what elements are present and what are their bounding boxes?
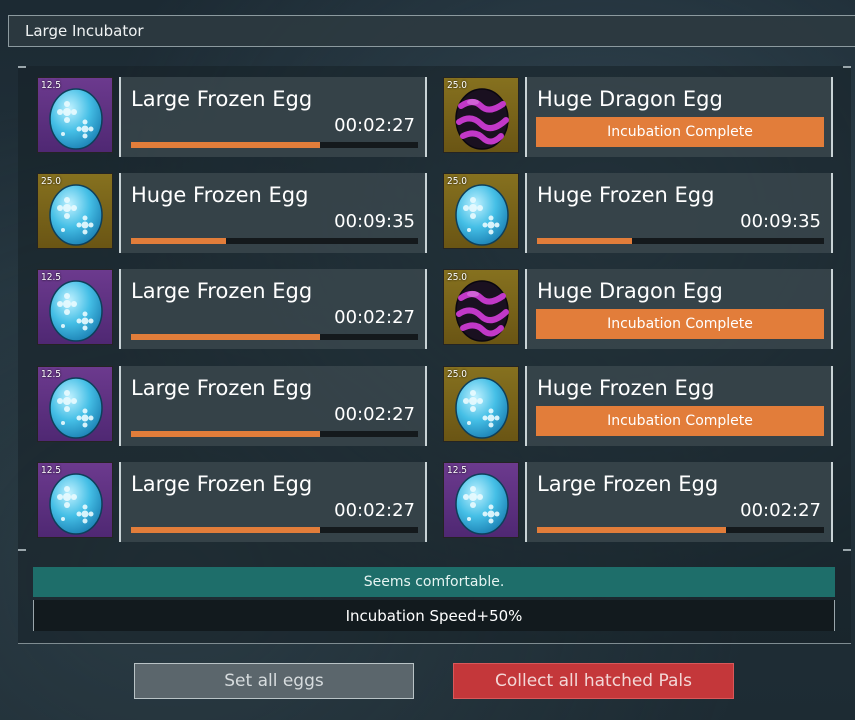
frame-tick bbox=[843, 66, 851, 68]
incubation-complete-badge: Incubation Complete bbox=[536, 309, 824, 339]
incubation-progress-fill bbox=[537, 527, 727, 533]
egg-slot[interactable]: 12.5 Large Frozen Egg 00:02:27 bbox=[443, 462, 833, 542]
incubation-complete-badge: Incubation Complete bbox=[536, 117, 824, 147]
egg-icon-box[interactable]: 12.5 bbox=[37, 366, 113, 442]
incubation-timer: 00:02:27 bbox=[334, 500, 415, 521]
incubation-progress-bar bbox=[131, 142, 418, 148]
frame-tick bbox=[843, 549, 851, 551]
egg-info-panel: Large Frozen Egg 00:02:27 bbox=[119, 366, 427, 446]
incubation-progress-bar bbox=[131, 238, 418, 244]
collect-all-hatched-label: Collect all hatched Pals bbox=[495, 671, 692, 691]
collect-all-hatched-button[interactable]: Collect all hatched Pals bbox=[453, 663, 734, 699]
egg-name: Large Frozen Egg bbox=[131, 376, 313, 400]
egg-slot[interactable]: 25.0 Huge Dragon Egg Incubation Complete bbox=[443, 77, 833, 157]
incubation-progress-bar bbox=[131, 431, 418, 437]
frozen-egg-icon bbox=[45, 469, 107, 535]
egg-info-panel: Large Frozen Egg 00:02:27 bbox=[119, 77, 427, 157]
incubation-progress-bar bbox=[537, 527, 824, 533]
egg-info-panel: Huge Dragon Egg Incubation Complete bbox=[525, 269, 833, 349]
incubation-timer: 00:09:35 bbox=[334, 211, 415, 232]
frame-tick bbox=[18, 66, 26, 68]
incubation-progress-bar bbox=[131, 527, 418, 533]
egg-info-panel: Huge Frozen Egg 00:09:35 bbox=[525, 173, 833, 253]
frozen-egg-icon bbox=[45, 276, 107, 342]
egg-name: Huge Frozen Egg bbox=[537, 183, 715, 207]
frozen-egg-icon bbox=[45, 373, 107, 439]
incubation-timer: 00:02:27 bbox=[334, 404, 415, 425]
incubation-progress-fill bbox=[131, 238, 226, 244]
egg-info-panel: Large Frozen Egg 00:02:27 bbox=[119, 462, 427, 542]
frame-tick bbox=[18, 549, 26, 551]
incubation-progress-fill bbox=[131, 527, 321, 533]
incubation-complete-badge: Incubation Complete bbox=[536, 406, 824, 436]
egg-slot[interactable]: 25.0 Huge Frozen Egg Incubation Complete bbox=[443, 366, 833, 446]
incubation-progress-fill bbox=[131, 431, 321, 437]
frozen-egg-icon bbox=[45, 84, 107, 150]
egg-slot[interactable]: 25.0 Huge Frozen Egg 00:09:35 bbox=[443, 173, 833, 253]
incubation-speed-text: Incubation Speed+50% bbox=[345, 606, 523, 625]
egg-icon-box[interactable]: 12.5 bbox=[37, 269, 113, 345]
frozen-egg-icon bbox=[451, 373, 513, 439]
frozen-egg-icon bbox=[451, 180, 513, 246]
egg-icon-box[interactable]: 25.0 bbox=[443, 173, 519, 249]
egg-info-panel: Huge Dragon Egg Incubation Complete bbox=[525, 77, 833, 157]
egg-name: Huge Frozen Egg bbox=[537, 376, 715, 400]
window-title: Large Incubator bbox=[25, 22, 144, 40]
egg-name: Large Frozen Egg bbox=[537, 472, 719, 496]
egg-info-panel: Huge Frozen Egg 00:09:35 bbox=[119, 173, 427, 253]
incubation-timer: 00:02:27 bbox=[334, 115, 415, 136]
egg-icon-box[interactable]: 12.5 bbox=[37, 462, 113, 538]
comfort-status-bar: Seems comfortable. bbox=[33, 567, 835, 597]
egg-info-panel: Large Frozen Egg 00:02:27 bbox=[525, 462, 833, 542]
egg-slot[interactable]: 12.5 Large Frozen Egg 00:02:27 bbox=[37, 77, 427, 157]
egg-name: Huge Dragon Egg bbox=[537, 279, 723, 303]
egg-slot[interactable]: 12.5 Large Frozen Egg 00:02:27 bbox=[37, 462, 427, 542]
egg-icon-box[interactable]: 12.5 bbox=[443, 462, 519, 538]
incubation-progress-fill bbox=[131, 142, 321, 148]
frozen-egg-icon bbox=[451, 469, 513, 535]
incubation-progress-bar bbox=[537, 238, 824, 244]
dragon-egg-icon bbox=[451, 84, 513, 150]
set-all-eggs-button[interactable]: Set all eggs bbox=[134, 663, 414, 699]
incubation-progress-fill bbox=[131, 334, 321, 340]
incubation-progress-fill bbox=[537, 238, 632, 244]
egg-info-panel: Huge Frozen Egg Incubation Complete bbox=[525, 366, 833, 446]
panel-divider bbox=[18, 643, 851, 644]
frozen-egg-icon bbox=[45, 180, 107, 246]
incubation-speed-bar: Incubation Speed+50% bbox=[33, 600, 835, 631]
egg-icon-box[interactable]: 12.5 bbox=[37, 77, 113, 153]
dragon-egg-icon bbox=[451, 276, 513, 342]
egg-name: Large Frozen Egg bbox=[131, 472, 313, 496]
set-all-eggs-label: Set all eggs bbox=[224, 671, 324, 691]
egg-slot[interactable]: 25.0 Huge Dragon Egg Incubation Complete bbox=[443, 269, 833, 349]
egg-slot[interactable]: 12.5 Large Frozen Egg 00:02:27 bbox=[37, 366, 427, 446]
egg-name: Huge Dragon Egg bbox=[537, 87, 723, 111]
comfort-status-text: Seems comfortable. bbox=[363, 574, 505, 590]
egg-info-panel: Large Frozen Egg 00:02:27 bbox=[119, 269, 427, 349]
egg-name: Huge Frozen Egg bbox=[131, 183, 309, 207]
incubation-timer: 00:09:35 bbox=[740, 211, 821, 232]
egg-name: Large Frozen Egg bbox=[131, 87, 313, 111]
egg-icon-box[interactable]: 25.0 bbox=[443, 269, 519, 345]
egg-name: Large Frozen Egg bbox=[131, 279, 313, 303]
incubation-timer: 00:02:27 bbox=[740, 500, 821, 521]
egg-slot[interactable]: 12.5 Large Frozen Egg 00:02:27 bbox=[37, 269, 427, 349]
egg-slot[interactable]: 25.0 Huge Frozen Egg 00:09:35 bbox=[37, 173, 427, 253]
incubation-progress-bar bbox=[131, 334, 418, 340]
egg-icon-box[interactable]: 25.0 bbox=[443, 77, 519, 153]
incubation-timer: 00:02:27 bbox=[334, 307, 415, 328]
egg-icon-box[interactable]: 25.0 bbox=[443, 366, 519, 442]
egg-icon-box[interactable]: 25.0 bbox=[37, 173, 113, 249]
window-title-bar: Large Incubator bbox=[8, 15, 855, 47]
